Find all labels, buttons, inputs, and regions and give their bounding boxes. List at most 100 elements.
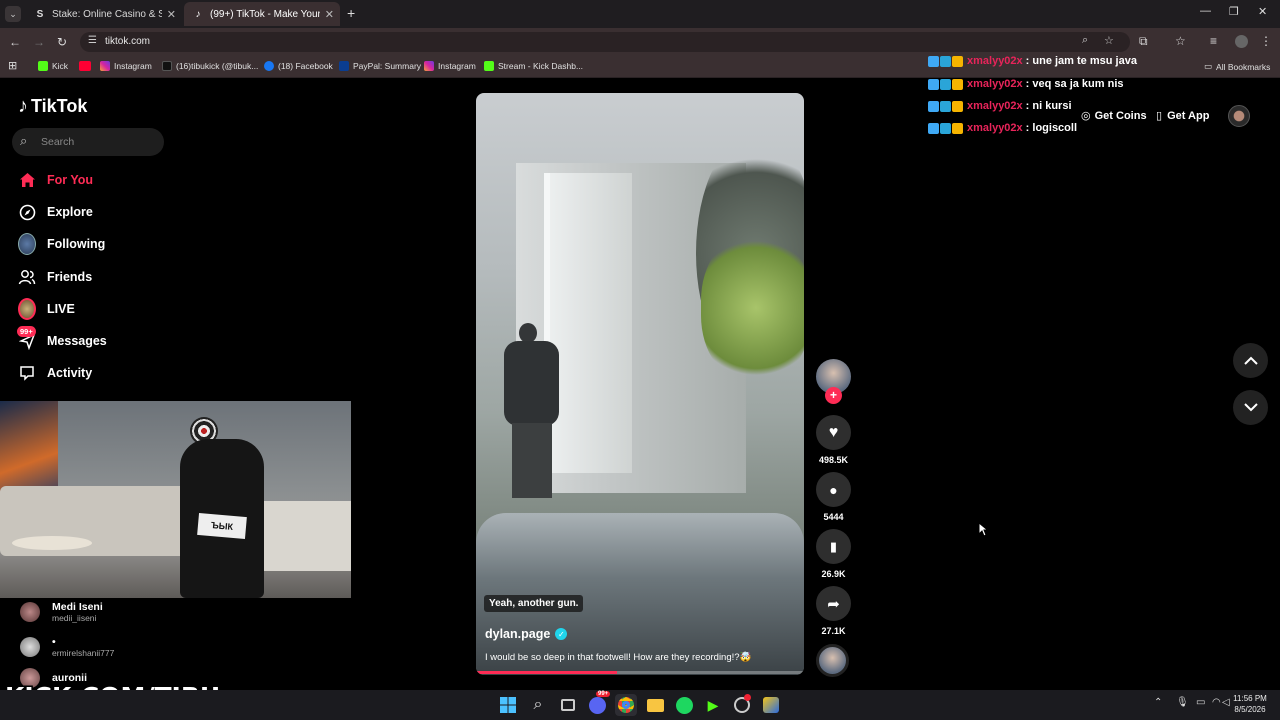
chevron-down-icon	[1243, 403, 1258, 412]
video-player[interactable]: Yeah, another gun. dylan.page ✓ I would …	[476, 93, 804, 675]
tab-list-button[interactable]: ⌄	[5, 6, 21, 22]
spotify-icon[interactable]	[673, 694, 695, 716]
save-button[interactable]: ▮ 26.9K	[816, 529, 851, 579]
share-count: 27.1K	[821, 626, 846, 636]
profile-avatar[interactable]	[1235, 35, 1248, 48]
file-explorer-icon[interactable]	[644, 694, 666, 716]
new-tab-icon[interactable]: +	[347, 5, 355, 21]
display-icon[interactable]: ▭	[1196, 697, 1205, 708]
bookmark-facebook[interactable]: (18) Facebook	[264, 61, 333, 71]
address-bar[interactable]: ☰ tiktok.com ⌕ ☆	[80, 32, 1130, 52]
nav-messages[interactable]: 99+ Messages	[17, 326, 107, 350]
bookmark-youtube[interactable]	[79, 61, 95, 71]
creator-avatar[interactable]: +	[816, 359, 851, 404]
tiktok-logo[interactable]: ♪ TikTok	[18, 95, 87, 118]
activity-icon	[18, 364, 36, 382]
start-icon[interactable]	[497, 694, 519, 716]
bookmark-instagram[interactable]: Instagram	[100, 61, 152, 71]
tab-tiktok[interactable]: ♪ (99+) TikTok - Make Your Day ✕	[184, 2, 340, 26]
bookmark-manager-icon[interactable]: ☆	[1175, 34, 1186, 48]
crown-badge-icon	[952, 78, 963, 90]
verified-icon: ✓	[555, 628, 568, 640]
restore-icon[interactable]: ❐	[1229, 5, 1239, 18]
kick-app-icon[interactable]: ▶	[702, 694, 724, 716]
bookmark-kick-dashboard[interactable]: Stream - Kick Dashb...	[484, 61, 583, 71]
microphone-icon[interactable]: 🎙	[1176, 697, 1189, 708]
video-progress-track[interactable]	[476, 671, 804, 674]
get-app-button[interactable]: ▯ Get App	[1156, 109, 1209, 123]
search-placeholder: Search	[41, 136, 75, 148]
bookmark-kick[interactable]: Kick	[38, 61, 68, 71]
reload-icon[interactable]: ↻	[57, 35, 67, 49]
chrome-icon[interactable]	[615, 694, 637, 716]
bookmark-tiktok[interactable]: (16)tibukick (@tibuk...	[162, 61, 258, 71]
tab-title: Stake: Online Casino & Sports B	[52, 8, 162, 20]
following-account[interactable]: Medi Iseni medii_iiseni	[20, 601, 103, 623]
video-caption: I would be so deep in that footwell! How…	[485, 652, 752, 663]
subtitle-box: Yeah, another gun.	[484, 595, 584, 612]
bookmark-star-icon[interactable]: ☆	[1104, 34, 1114, 47]
close-icon[interactable]: ✕	[325, 8, 334, 21]
tab-stake[interactable]: S Stake: Online Casino & Sports B ✕	[26, 2, 182, 26]
all-bookmarks[interactable]: ▭ All Bookmarks	[1204, 61, 1270, 72]
tiktok-icon: ♪	[195, 8, 201, 20]
webcam-overlay: ЪЫК	[0, 401, 351, 598]
apps-icon[interactable]: ⊞	[8, 59, 17, 72]
close-window-icon[interactable]: ✕	[1258, 5, 1267, 18]
bookmark-paypal[interactable]: PayPal: Summary	[339, 61, 421, 71]
get-coins-button[interactable]: ◎ Get Coins	[1081, 109, 1147, 123]
comment-icon: ●	[829, 481, 838, 498]
recording-app-icon[interactable]	[731, 694, 753, 716]
crown-badge-icon	[952, 100, 963, 112]
site-info-icon[interactable]: ☰	[88, 35, 97, 46]
nav-following[interactable]: Following	[18, 233, 105, 255]
nav-live[interactable]: LIVE	[18, 298, 75, 320]
tiktok-icon	[162, 61, 172, 71]
clock[interactable]: 11:56 PM 8/5/2026	[1226, 693, 1274, 715]
folder-icon: ▭	[1204, 61, 1213, 71]
back-icon[interactable]: ←	[9, 35, 21, 49]
forward-icon[interactable]: →	[33, 35, 45, 49]
zoom-icon[interactable]: ⌕	[1082, 34, 1088, 47]
video-author[interactable]: dylan.page ✓	[485, 627, 568, 641]
tiktok-icon: ♪	[18, 95, 28, 117]
user-avatar[interactable]	[1228, 105, 1250, 127]
tray-overflow-icon[interactable]: ⌃	[1154, 697, 1162, 708]
share-button[interactable]: ➦ 27.1K	[816, 586, 851, 636]
following-account[interactable]: • ermirelshanii777	[20, 636, 114, 658]
verified-badge-icon	[928, 55, 939, 67]
menu-icon[interactable]: ⋮	[1260, 34, 1272, 48]
media-control-icon[interactable]: ≡	[1210, 34, 1217, 48]
stream-tool-icon[interactable]	[760, 694, 782, 716]
music-disc-avatar[interactable]	[816, 644, 851, 677]
nav-for-you[interactable]: For You	[18, 171, 93, 189]
kick-icon	[484, 61, 494, 71]
wifi-icon[interactable]: ◠	[1212, 697, 1221, 708]
minimize-icon[interactable]: —	[1200, 5, 1211, 17]
nav-explore[interactable]: Explore	[18, 203, 93, 221]
instagram-icon	[424, 61, 434, 71]
bookmark-instagram-2[interactable]: Instagram	[424, 61, 476, 71]
verified-badge-icon	[928, 122, 939, 134]
verified-badge-icon	[928, 100, 939, 112]
avatar	[20, 602, 40, 622]
heart-icon: ♥	[828, 423, 839, 441]
avatar	[20, 637, 40, 657]
nav-activity[interactable]: Activity	[18, 364, 92, 382]
follow-plus-icon[interactable]: +	[825, 387, 842, 404]
nav-friends[interactable]: Friends	[18, 268, 92, 286]
discord-icon[interactable]: 99+	[586, 691, 611, 716]
home-icon	[18, 171, 36, 189]
search-input[interactable]: ⌕ Search	[12, 128, 164, 156]
search-icon[interactable]: ⌕	[527, 694, 549, 716]
previous-video-button[interactable]	[1233, 343, 1268, 378]
close-icon[interactable]: ✕	[167, 8, 176, 21]
url-text: tiktok.com	[105, 36, 151, 47]
next-video-button[interactable]	[1233, 390, 1268, 425]
extensions-icon[interactable]: ⧉	[1139, 34, 1148, 49]
comment-button[interactable]: ● 5444	[816, 472, 851, 522]
gift-badge-icon	[940, 78, 951, 90]
like-button[interactable]: ♥ 498.5K	[816, 415, 851, 465]
task-view-icon[interactable]	[557, 694, 579, 716]
friends-icon	[18, 268, 36, 286]
